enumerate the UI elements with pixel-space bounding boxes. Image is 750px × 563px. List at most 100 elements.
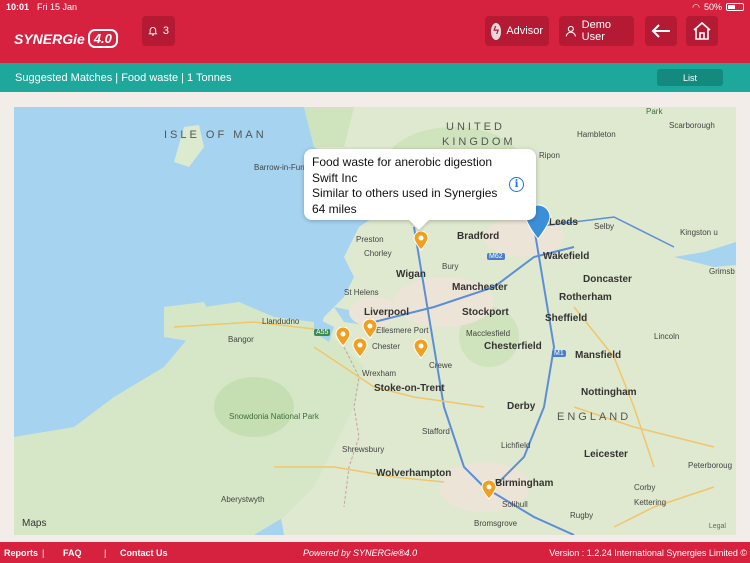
- label-corby: Corby: [634, 483, 656, 492]
- logo-badge: 4.0: [87, 29, 118, 48]
- match-callout[interactable]: Food waste for anerobic digestion Swift …: [304, 149, 536, 220]
- label-lichfield: Lichfield: [501, 441, 531, 450]
- label-kingston: Kingston u: [680, 228, 718, 237]
- advisor-button[interactable]: ϟ Advisor: [485, 16, 549, 46]
- wifi-icon: ◠: [692, 1, 700, 12]
- label-wigan: Wigan: [396, 269, 426, 280]
- footer-separator: |: [104, 547, 107, 558]
- label-grimsby: Grimsb: [709, 267, 735, 276]
- map-pin-icon[interactable]: [413, 339, 429, 359]
- advisor-label: Advisor: [506, 25, 543, 37]
- notifications-button[interactable]: 3: [142, 16, 175, 46]
- road-m1: M1: [552, 350, 566, 357]
- label-kettering: Kettering: [634, 498, 667, 507]
- label-bangor: Bangor: [228, 335, 254, 344]
- label-solihull: Solihull: [502, 500, 528, 509]
- footer-contact-link[interactable]: Contact Us: [120, 548, 168, 558]
- label-wakefield: Wakefield: [543, 251, 590, 262]
- label-aberystwyth: Aberystwyth: [221, 495, 265, 504]
- road-a55: A55: [314, 329, 331, 336]
- label-england: ENGLAND: [557, 411, 632, 423]
- label-scarborough: Scarborough: [669, 121, 715, 130]
- footer-version: Version : 1.2.24 International Synergies…: [549, 547, 747, 558]
- maps-attribution: Maps: [22, 518, 46, 529]
- footer-powered-by: Powered by SYNERGie®4.0: [303, 547, 418, 558]
- label-bury: Bury: [442, 262, 459, 271]
- label-crewe: Crewe: [429, 361, 453, 370]
- app-header: SYNERGie 4.0 3 ϟ Advisor Demo User: [0, 14, 750, 63]
- callout-company: Swift Inc: [312, 170, 358, 185]
- label-selby: Selby: [594, 222, 615, 231]
- label-derby: Derby: [507, 401, 536, 412]
- status-time: 10:01: [6, 2, 30, 12]
- footer-faq-link[interactable]: FAQ: [63, 548, 82, 558]
- map-pin-icon[interactable]: [481, 480, 497, 500]
- info-icon[interactable]: i: [509, 177, 524, 192]
- label-leeds: Leeds: [549, 217, 578, 228]
- user-icon: [565, 25, 576, 37]
- bell-icon: [148, 27, 158, 36]
- label-united: UNITED: [446, 121, 505, 133]
- map-pin-icon[interactable]: [335, 327, 351, 347]
- label-shrewsbury: Shrewsbury: [342, 445, 385, 454]
- legal-link[interactable]: Legal: [709, 523, 726, 530]
- user-button[interactable]: Demo User: [559, 16, 634, 46]
- label-bradford: Bradford: [457, 231, 500, 242]
- label-lincoln: Lincoln: [654, 332, 680, 341]
- label-chorley: Chorley: [364, 249, 392, 258]
- label-stockport: Stockport: [462, 307, 509, 318]
- battery-icon: [726, 3, 744, 11]
- label-stafford: Stafford: [422, 427, 450, 436]
- label-rotherham: Rotherham: [559, 292, 612, 303]
- match-summary-bar: Suggested Matches | Food waste | 1 Tonne…: [0, 63, 750, 92]
- label-isle-of-man: ISLE OF MAN: [164, 129, 267, 141]
- home-button[interactable]: [686, 16, 718, 46]
- label-chesterfield: Chesterfield: [484, 341, 542, 352]
- synergie-logo[interactable]: SYNERGie 4.0: [14, 29, 118, 48]
- match-summary-title: Suggested Matches | Food waste | 1 Tonne…: [15, 71, 232, 84]
- label-llandudno: Llandudno: [262, 317, 300, 326]
- label-sheffield: Sheffield: [545, 313, 588, 324]
- map-pin-icon[interactable]: [352, 338, 368, 358]
- label-park: Park: [646, 107, 663, 116]
- label-snowdonia: Snowdonia National Park: [229, 412, 319, 421]
- label-manchester: Manchester: [452, 282, 508, 293]
- status-right: ◠ 50%: [692, 2, 744, 13]
- back-button[interactable]: [645, 16, 677, 46]
- app-footer: Reports | FAQ | Contact Us Powered by SY…: [0, 542, 750, 563]
- label-wrexham: Wrexham: [362, 369, 397, 378]
- home-icon: [693, 21, 711, 40]
- callout-title: Food waste for anerobic digestion: [312, 155, 493, 169]
- label-st-helens: St Helens: [344, 288, 379, 297]
- label-birmingham: Birmingham: [495, 478, 554, 489]
- notification-count: 3: [162, 25, 169, 37]
- maps-attribution-text: Maps: [22, 518, 47, 529]
- advisor-icon: ϟ: [491, 22, 502, 40]
- road-m62: M62: [487, 253, 505, 260]
- label-preston: Preston: [356, 235, 384, 244]
- footer-reports-link[interactable]: Reports: [4, 548, 38, 558]
- map-pin-icon[interactable]: [413, 231, 429, 251]
- callout-distance: 64 miles: [312, 201, 357, 216]
- label-mansfield: Mansfield: [575, 350, 622, 361]
- battery-percent: 50%: [703, 2, 722, 12]
- label-leicester: Leicester: [584, 449, 628, 460]
- label-stoke: Stoke-on-Trent: [374, 383, 445, 394]
- label-rugby: Rugby: [570, 511, 594, 520]
- label-peterborough: Peterboroug: [688, 461, 733, 470]
- map-view[interactable]: ISLE OF MAN UNITED KINGDOM Barrow-in-Fur…: [14, 107, 736, 535]
- map-pin-icon[interactable]: [362, 319, 378, 339]
- label-doncaster: Doncaster: [583, 274, 632, 285]
- list-view-button[interactable]: List: [657, 69, 723, 86]
- user-label: Demo User: [581, 19, 611, 43]
- status-date: Fri 15 Jan: [37, 2, 78, 12]
- arrow-left-icon: [651, 24, 670, 38]
- label-hambleton: Hambleton: [577, 130, 616, 139]
- label-ellesmere: Ellesmere Port: [376, 326, 429, 335]
- status-bar: 10:01 Fri 15 Jan ◠ 50%: [0, 0, 750, 14]
- label-nottingham: Nottingham: [581, 387, 637, 398]
- callout-similarity: Similar to others used in Synergies: [312, 186, 498, 200]
- label-wolverhampton: Wolverhampton: [376, 468, 452, 479]
- label-macclesfield: Macclesfield: [466, 329, 511, 338]
- label-liverpool: Liverpool: [364, 307, 410, 318]
